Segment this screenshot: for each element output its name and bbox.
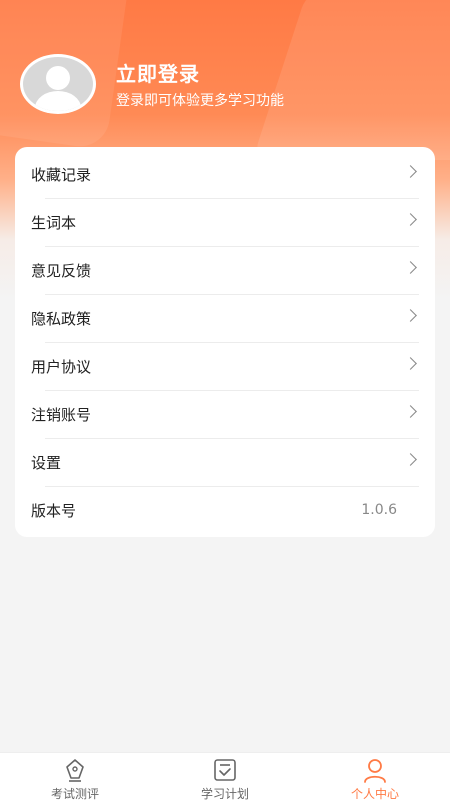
menu-item-privacy-policy[interactable]: 隐私政策: [15, 294, 435, 342]
menu-item-delete-account[interactable]: 注销账号: [15, 390, 435, 438]
menu-item-feedback[interactable]: 意见反馈: [15, 246, 435, 294]
menu-item-settings[interactable]: 设置: [15, 438, 435, 486]
tab-label: 考试测评: [50, 787, 99, 800]
chevron-right-icon: [404, 165, 417, 178]
bottom-tab-bar: 考试测评 学习计划 个人中心: [0, 752, 450, 800]
menu-item-favorites[interactable]: 收藏记录: [15, 150, 435, 198]
menu-item-label: 隐私政策: [31, 309, 92, 328]
header-decoration: [252, 0, 450, 160]
tab-label: 个人中心: [350, 787, 399, 800]
menu-item-user-agreement[interactable]: 用户协议: [15, 342, 435, 390]
pen-icon: [66, 759, 84, 782]
checklist-icon: [214, 759, 236, 781]
chevron-right-icon: [404, 261, 417, 274]
chevron-right-icon: [404, 309, 417, 322]
login-button[interactable]: 立即登录: [116, 58, 200, 87]
menu-item-label: 注销账号: [31, 405, 92, 424]
chevron-right-icon: [404, 357, 417, 370]
chevron-right-icon: [404, 405, 417, 418]
tab-label: 学习计划: [200, 787, 249, 800]
chevron-right-icon: [404, 453, 417, 466]
menu-card: 收藏记录 生词本 意见反馈 隐私政策 用户协议 注销账号 设置 版本号 1.0.…: [15, 147, 435, 537]
login-subtitle: 登录即可体验更多学习功能: [116, 93, 284, 109]
menu-item-label: 收藏记录: [31, 165, 92, 184]
tab-study-plan[interactable]: 学习计划: [150, 753, 300, 800]
user-icon: [364, 759, 386, 783]
version-value: 1.0.6: [361, 502, 397, 518]
menu-item-label: 意见反馈: [31, 261, 92, 280]
tab-profile[interactable]: 个人中心: [300, 753, 450, 800]
tab-exam[interactable]: 考试测评: [0, 753, 150, 800]
chevron-right-icon: [404, 213, 417, 226]
menu-item-label: 用户协议: [31, 357, 92, 376]
menu-item-version: 版本号 1.0.6: [15, 486, 435, 534]
menu-item-label: 设置: [31, 453, 62, 472]
menu-item-vocabulary[interactable]: 生词本: [15, 198, 435, 246]
menu-item-label: 生词本: [31, 213, 77, 232]
avatar[interactable]: [20, 54, 96, 114]
default-avatar-icon: [23, 57, 93, 111]
version-label: 版本号: [31, 501, 77, 520]
